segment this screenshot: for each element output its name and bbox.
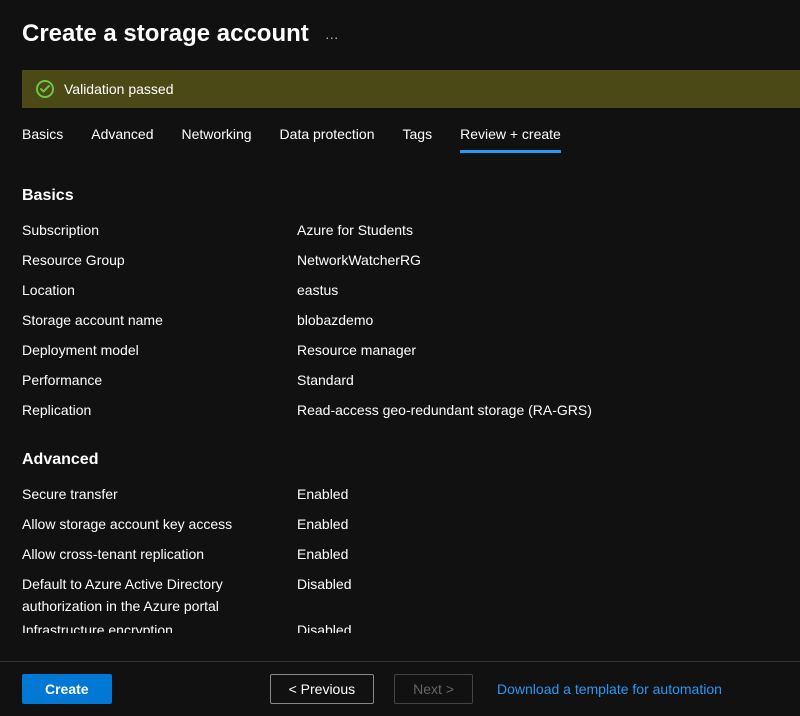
wizard-tabs: Basics Advanced Networking Data protecti… [0,108,800,153]
success-check-icon [36,80,54,98]
review-label: Location [22,279,297,301]
review-value: Disabled [297,619,778,633]
review-label: Default to Azure Active Directory author… [22,573,297,617]
review-value: Azure for Students [297,219,778,241]
wizard-footer: Create < Previous Next > Download a temp… [0,661,800,716]
review-label: Performance [22,369,297,391]
tab-advanced[interactable]: Advanced [91,126,153,153]
tab-tags[interactable]: Tags [403,126,433,153]
next-button: Next > [394,674,473,704]
review-label: Secure transfer [22,483,297,505]
review-value: eastus [297,279,778,301]
review-value: Enabled [297,483,778,505]
download-template-link[interactable]: Download a template for automation [497,681,722,697]
review-row: Allow cross-tenant replication Enabled [22,543,778,571]
section-title-basics: Basics [22,187,778,205]
tab-networking[interactable]: Networking [182,126,252,153]
review-label: Infrastructure encryption [22,619,297,633]
page-header: Create a storage account … [0,0,800,58]
review-label: Subscription [22,219,297,241]
review-row: Infrastructure encryption Disabled [22,619,778,633]
review-value: Read-access geo-redundant storage (RA-GR… [297,399,778,421]
create-button[interactable]: Create [22,674,112,704]
review-row: Allow storage account key access Enabled [22,513,778,541]
review-label: Allow storage account key access [22,513,297,535]
review-row: Subscription Azure for Students [22,219,778,247]
review-label: Storage account name [22,309,297,331]
more-actions-button[interactable]: … [325,26,341,42]
tab-review-create[interactable]: Review + create [460,126,561,153]
review-value: Enabled [297,513,778,535]
review-value: blobazdemo [297,309,778,331]
validation-banner: Validation passed [22,70,800,108]
review-row: Replication Read-access geo-redundant st… [22,399,778,427]
section-title-advanced: Advanced [22,451,778,469]
review-content: Basics Subscription Azure for Students R… [0,153,800,633]
review-label: Replication [22,399,297,421]
review-label: Resource Group [22,249,297,271]
review-row: Default to Azure Active Directory author… [22,573,778,617]
review-value: Standard [297,369,778,391]
review-row: Location eastus [22,279,778,307]
review-label: Allow cross-tenant replication [22,543,297,565]
review-row: Deployment model Resource manager [22,339,778,367]
review-row: Storage account name blobazdemo [22,309,778,337]
tab-basics[interactable]: Basics [22,126,63,153]
review-row: Secure transfer Enabled [22,483,778,511]
page-title: Create a storage account [22,20,309,48]
review-value: Enabled [297,543,778,565]
review-value: Resource manager [297,339,778,361]
review-value: NetworkWatcherRG [297,249,778,271]
review-row: Performance Standard [22,369,778,397]
review-label: Deployment model [22,339,297,361]
review-value: Disabled [297,573,778,595]
validation-message: Validation passed [64,81,173,97]
tab-data-protection[interactable]: Data protection [280,126,375,153]
previous-button[interactable]: < Previous [270,674,375,704]
review-row: Resource Group NetworkWatcherRG [22,249,778,277]
